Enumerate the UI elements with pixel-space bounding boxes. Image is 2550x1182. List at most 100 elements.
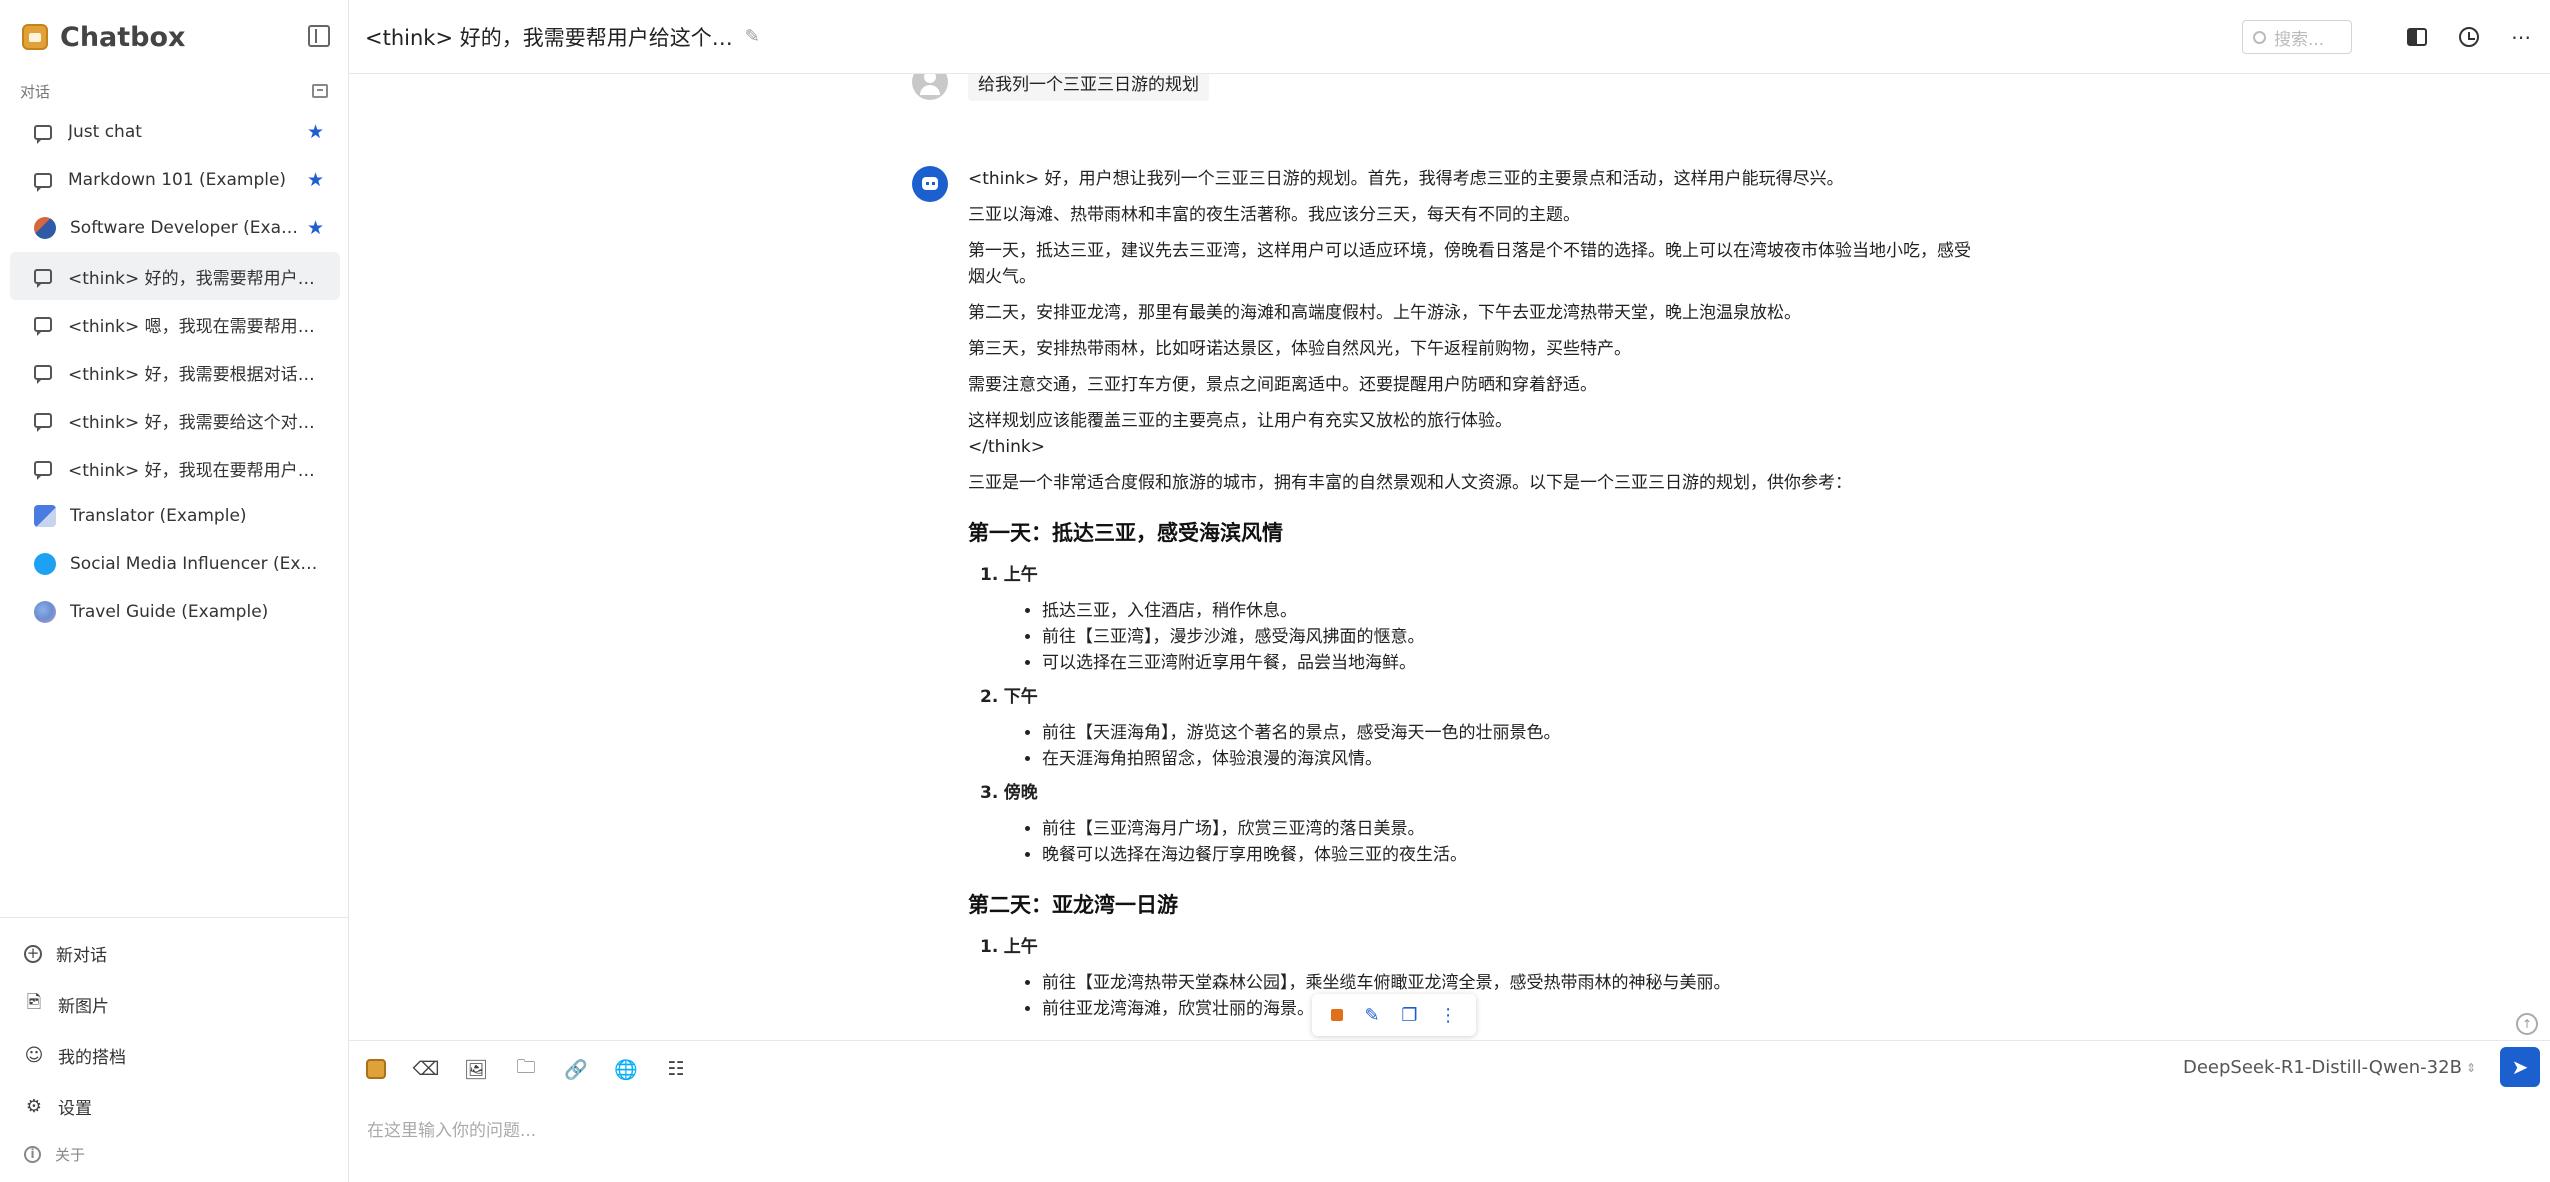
search-placeholder: 搜索...: [2274, 29, 2325, 50]
day1-heading: 第一天：抵达三亚，感受海滨风情: [968, 521, 1283, 545]
image-edit-icon: 🖻: [26, 991, 42, 1013]
about-button[interactable]: i 关于: [0, 1132, 348, 1176]
translator-avatar-icon: [34, 505, 56, 527]
stop-icon[interactable]: [1330, 1009, 1343, 1021]
list-item: 前往【亚龙湾热带天堂森林公园】，乘坐缆车俯瞰亚龙湾全景，感受热带雨林的神秘与美丽…: [1042, 970, 1978, 996]
section-label: 对话: [20, 82, 51, 101]
list-item: 可以选择在三亚湾附近享用午餐，品尝当地海鲜。: [1042, 650, 1978, 676]
chat-bubble-icon: [34, 172, 52, 192]
new-image-label: 新图片: [58, 997, 109, 1017]
list-number: 2.: [980, 687, 999, 707]
sliders-icon[interactable]: ☷: [665, 1058, 687, 1080]
history-button[interactable]: [2458, 26, 2480, 48]
sidebar-item-label: <think> 好，我需要根据对话内容起一个标题: [68, 364, 324, 385]
sidebar: Chatbox 对话 Just chat ★ Markdown 101 (Examp…: [0, 0, 349, 1182]
copy-icon[interactable]: ❐: [1401, 1005, 1417, 1026]
list-item: 前往【三亚湾海月广场】，欣赏三亚湾的落日美景。: [1042, 816, 1978, 842]
archive-icon[interactable]: [312, 84, 328, 98]
search-input[interactable]: 搜索...: [2242, 20, 2352, 54]
robot-avatar-icon: [912, 166, 948, 202]
day1-evening-items: 前往【三亚湾海月广场】，欣赏三亚湾的落日美景。晚餐可以选择在海边餐厅享用晚餐，体…: [980, 816, 1978, 868]
more-options-button[interactable]: ⋯: [2510, 25, 2532, 49]
split-view-button[interactable]: [2406, 26, 2428, 48]
list-item: 前往【三亚湾】，漫步沙滩，感受海风拂面的惬意。: [1042, 624, 1978, 650]
sidebar-item-0[interactable]: Just chat ★: [10, 108, 340, 156]
sidebar-item-6[interactable]: <think> 好，我需要给这个对话起一个标题: [10, 396, 340, 444]
sidebar-item-5[interactable]: <think> 好，我需要根据对话内容起一个标题: [10, 348, 340, 396]
list-item: 抵达三亚，入住酒店，稍作休息。: [1042, 598, 1978, 624]
day1-evening: 3. 傍晚 前往【三亚湾海月广场】，欣赏三亚湾的落日美景。晚餐可以选择在海边餐厅…: [980, 780, 1978, 868]
more-horizontal-icon: ⋯: [2511, 25, 2531, 49]
composer-toolbar: ⌫ 🖼 🗀 🔗 🌐 ☷ DeepSeek-R1-Distill-Qwen-32B…: [349, 1041, 2550, 1097]
chat-bubble-icon: [34, 124, 52, 144]
link-icon[interactable]: 🔗: [564, 1058, 588, 1081]
image-icon[interactable]: 🖼: [464, 1058, 488, 1081]
think-paragraph: 第三天，安排热带雨林，比如呀诺达景区，体验自然风光，下午返程前购物，买些特产。: [968, 339, 1631, 359]
gear-icon: ⚙: [25, 1096, 43, 1117]
model-selector[interactable]: DeepSeek-R1-Distill-Qwen-32B ⇕: [2183, 1057, 2476, 1078]
message-list[interactable]: 给我列一个三亚三日游的规划 <think> 好，用户想让我列一个三亚三日游的规划…: [349, 74, 2550, 1040]
star-icon[interactable]: ★: [307, 121, 324, 143]
user-message-text: 给我列一个三亚三日游的规划: [968, 74, 1209, 101]
message-input[interactable]: [367, 1101, 2467, 1161]
day1-afternoon: 2. 下午 前往【天涯海角】，游览这个著名的景点，感受海天一色的壮丽景色。在天涯…: [980, 684, 1978, 772]
sidebar-item-label: Translator (Example): [70, 506, 247, 526]
sidebar-item-3[interactable]: <think> 好的，我需要帮用户给这个对话起一个标题: [10, 252, 340, 300]
chat-bubble-icon: [34, 412, 52, 432]
globe-icon[interactable]: 🌐: [614, 1058, 638, 1081]
robot-icon: ☺: [24, 1045, 44, 1066]
sidebar-item-4[interactable]: <think> 嗯，我现在需要帮用户给这个对话起标题: [10, 300, 340, 348]
top-right-actions: 搜索... ⋯: [2242, 20, 2532, 54]
chatbox-logo-icon: [22, 24, 48, 50]
sidebar-item-9[interactable]: Social Media Influencer (Example): [10, 540, 340, 588]
developer-avatar-icon: [34, 217, 56, 239]
sidebar-item-label: Software Developer (Example): [70, 218, 299, 238]
scroll-up-button[interactable]: ↑: [2516, 1013, 2538, 1035]
sidebar-item-label: <think> 嗯，我现在需要帮用户给这个对话起标题: [68, 316, 324, 337]
new-chat-button[interactable]: + 新对话: [0, 928, 348, 979]
day2-morning-items: 前往【亚龙湾热带天堂森林公园】，乘坐缆车俯瞰亚龙湾全景，感受热带雨林的神秘与美丽…: [980, 970, 1978, 1022]
assistant-message: <think> 好，用户想让我列一个三亚三日游的规划。首先，我得考虑三亚的主要景…: [912, 166, 1978, 1030]
my-partners-button[interactable]: ☺ 我的搭档: [0, 1030, 348, 1081]
day2-heading: 第二天：亚龙湾一日游: [968, 893, 1178, 917]
sidebar-item-label: <think> 好，我需要给这个对话起一个标题: [68, 412, 324, 433]
message-action-toolbar: ✎ ❐ ⋮: [1312, 994, 1476, 1036]
list-item: 晚餐可以选择在海边餐厅享用晚餐，体验三亚的夜生活。: [1042, 842, 1978, 868]
twitter-avatar-icon: [34, 553, 56, 575]
star-icon[interactable]: ★: [307, 217, 324, 239]
send-icon: ➤: [2511, 1055, 2529, 1079]
day1-morning-items: 抵达三亚，入住酒店，稍作休息。前往【三亚湾】，漫步沙滩，感受海风拂面的惬意。可以…: [980, 598, 1978, 676]
brand: Chatbox: [0, 0, 348, 74]
about-label: 关于: [55, 1145, 86, 1164]
collapse-sidebar-icon[interactable]: [308, 25, 330, 47]
period-label: 上午: [1003, 937, 1038, 957]
sidebar-item-8[interactable]: Translator (Example): [10, 492, 340, 540]
think-paragraph: 第一天，抵达三亚，建议先去三亚湾，这样用户可以适应环境，傍晚看日落是个不错的选择…: [968, 241, 1971, 287]
edit-message-icon[interactable]: ✎: [1365, 1005, 1380, 1026]
sidebar-item-7[interactable]: <think> 好，我现在要帮用户给一个对话起标题: [10, 444, 340, 492]
chat-bubble-icon: [34, 460, 52, 480]
info-icon: i: [24, 1145, 41, 1163]
chevron-updown-icon: ⇕: [2465, 1060, 2476, 1075]
list-number: 1.: [980, 937, 999, 957]
pencil-icon[interactable]: ✎: [745, 26, 760, 47]
sidebar-item-1[interactable]: Markdown 101 (Example) ★: [10, 156, 340, 204]
folder-icon[interactable]: 🗀: [515, 1056, 537, 1080]
sidebar-item-10[interactable]: Travel Guide (Example): [10, 588, 340, 636]
sidebar-item-2[interactable]: Software Developer (Example) ★: [10, 204, 340, 252]
day1-afternoon-items: 前往【天涯海角】，游览这个著名的景点，感受海天一色的壮丽景色。在天涯海角拍照留念…: [980, 720, 1978, 772]
more-vertical-icon[interactable]: ⋮: [1439, 1005, 1457, 1026]
sidebar-bottom-menu: + 新对话 🖻 新图片 ☺ 我的搭档 ⚙ 设置 i 关于: [0, 917, 348, 1182]
sidebar-item-label: Just chat: [68, 122, 142, 142]
send-button[interactable]: ➤: [2500, 1047, 2540, 1087]
new-image-button[interactable]: 🖻 新图片: [0, 979, 348, 1030]
eraser-icon[interactable]: ⌫: [413, 1058, 440, 1080]
star-icon[interactable]: ★: [307, 169, 324, 191]
chatbox-logo-button[interactable]: [365, 1058, 387, 1080]
list-number: 1.: [980, 565, 999, 585]
settings-button[interactable]: ⚙ 设置: [0, 1081, 348, 1132]
think-close-tag: </think>: [968, 437, 1045, 457]
new-chat-label: 新对话: [56, 946, 107, 966]
composer: ⌫ 🖼 🗀 🔗 🌐 ☷ DeepSeek-R1-Distill-Qwen-32B…: [349, 1040, 2550, 1182]
sidebar-item-label: Travel Guide (Example): [70, 602, 269, 622]
